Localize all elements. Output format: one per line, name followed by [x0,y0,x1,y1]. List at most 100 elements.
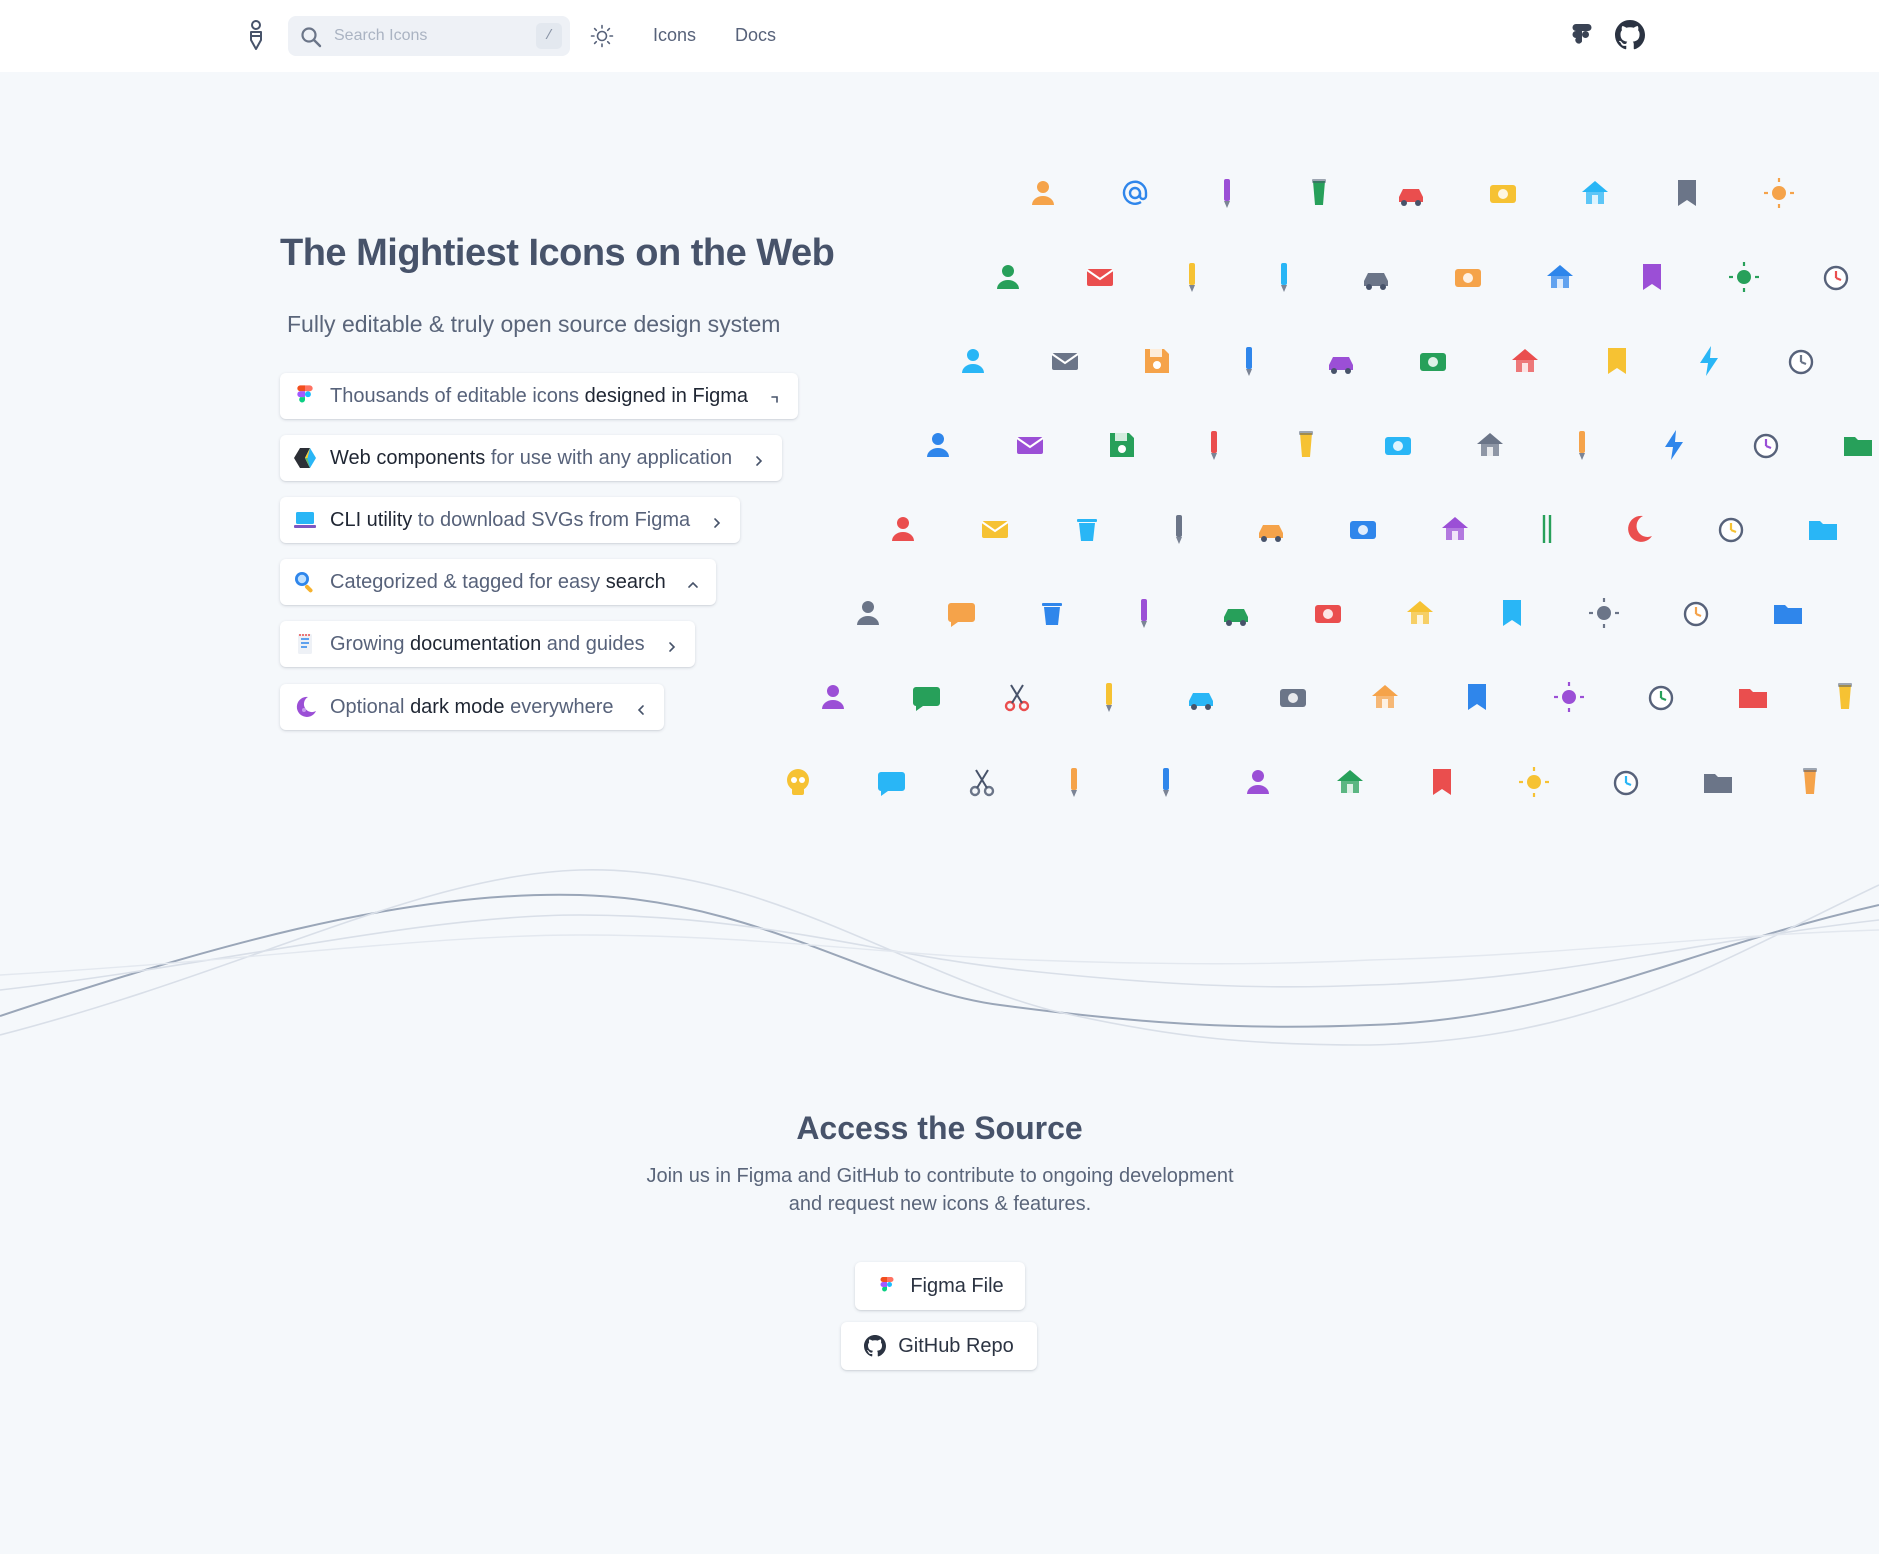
users-icon [990,259,1026,295]
film-icon [1310,595,1346,631]
feature-text: and guides [541,632,645,655]
garage-icon [1402,595,1438,631]
sun-icon [1586,595,1622,631]
feature-item-label: Thousands of editable icons designed in … [330,385,748,408]
feature-item-3[interactable]: Categorized & tagged for easy search [280,559,716,605]
figma-file-button-label: Figma File [910,1274,1004,1297]
trash-icon [1069,511,1105,547]
house-icon [1542,259,1578,295]
figma-file-button[interactable]: Figma File [855,1262,1025,1310]
skull-icon [780,764,816,800]
chevron-right-icon [752,451,766,466]
chopsticks-icon [1529,511,1565,547]
user-chat-icon [885,511,921,547]
bookmark-icon [1669,175,1705,211]
house-drop-icon [1507,343,1543,379]
brush-icon [1231,343,1267,379]
bolt-icon [1656,427,1692,463]
access-description: Join us in Figma and GitHub to contribut… [600,1162,1280,1218]
sunrise-icon [1516,764,1552,800]
feature-text: Thousands of editable icons [330,384,585,407]
scissors-icon [999,679,1035,715]
feature-item-1[interactable]: Web components for use with any applicat… [280,435,783,481]
feature-text: Categorized & tagged for easy [330,570,606,593]
passport-icon [1424,764,1460,800]
folder-open-icon [1700,764,1736,800]
chevron-left-icon [634,700,648,715]
house-fire-icon [1472,427,1508,463]
feature-item-label: Optional dark mode everywhere [330,696,614,719]
access-title: Access the Source [796,1110,1083,1146]
edit-icon [1209,175,1245,211]
agent-icon [850,595,886,631]
pen-nib-icon [1266,259,1302,295]
crayon-icon [1161,511,1197,547]
alarm-alert-icon [1713,511,1749,547]
feature-item-4[interactable]: Growing documentation and guides [280,621,695,667]
video-alt-icon [1345,511,1381,547]
medical-icon [1792,764,1828,800]
users-alt-icon [955,343,991,379]
delivery-icon [1253,511,1289,547]
at-sign-icon [1117,175,1153,211]
alarm-add-icon [1678,595,1714,631]
figma-icon [292,383,318,409]
scooter-icon [1358,259,1394,295]
folder-icon [1770,595,1806,631]
feature-highlight-text: documentation [410,632,542,655]
feature-highlight-text: designed in Figma [584,384,749,407]
scooter-alt-icon [1323,343,1359,379]
feature-item-label: Web components for use with any applicat… [330,447,732,470]
feature-item-0[interactable]: Thousands of editable icons designed in … [280,373,799,419]
feature-text: for use with any application [485,446,733,469]
access-description-line-2: and request new icons & features. [788,1193,1092,1215]
github-repo-button[interactable]: GitHub Repo [841,1322,1037,1370]
save-icon [1104,427,1140,463]
fahrenheit-icon [1761,175,1797,211]
signature-icon [1196,427,1232,463]
pencil-square-icon [1174,259,1210,295]
eraser-icon [1148,764,1184,800]
document-icon [292,631,318,657]
feature-highlight-text: search [605,570,666,593]
feature-text: Optional [330,695,411,718]
inbox-icon [1840,427,1876,463]
chevron-right-icon [710,513,724,528]
feature-highlight-text: dark mode [410,695,505,718]
barn-icon [1367,679,1403,715]
head-icon [815,679,851,715]
card-icon [1082,259,1118,295]
page: / Icons Docs [0,0,1879,1554]
mail-open-icon [1012,427,1048,463]
camera-lens-icon [1415,343,1451,379]
feature-item-label: CLI utility to download SVGs from Figma [330,509,690,532]
hero-subtitle: Fully editable & truly open source desig… [287,311,781,337]
bicycle-icon [1393,175,1429,211]
moon-icon [1621,511,1657,547]
alarm-icon [1748,427,1784,463]
chat-round-icon [907,679,943,715]
clock-fast-icon [1783,343,1819,379]
feature-item-2[interactable]: CLI utility to download SVGs from Figma [280,497,741,543]
feature-text: everywhere [504,695,614,718]
bookmark-alt-icon [1634,259,1670,295]
chevron-up-icon [686,575,700,589]
trash-alt-icon [1034,595,1070,631]
search-icon [292,569,318,595]
moon-icon [292,694,318,720]
feature-text: Growing [330,632,411,655]
alarm-minus-icon [1643,679,1679,715]
book-open-icon [1599,343,1635,379]
sun-alt-icon [1551,679,1587,715]
user-circle-icon [920,427,956,463]
pencil-thin-icon [1564,427,1600,463]
hospital-sign-icon [1827,679,1863,715]
pencil-icon [1126,595,1162,631]
celsius-icon [1726,259,1762,295]
floppy-icon [1139,343,1175,379]
feature-item-5[interactable]: Optional dark mode everywhere [280,684,664,730]
scissors-alt-icon [964,764,1000,800]
chevron-right-icon [665,637,679,652]
camera-alt-icon [1450,259,1486,295]
house-flood-icon [1437,511,1473,547]
